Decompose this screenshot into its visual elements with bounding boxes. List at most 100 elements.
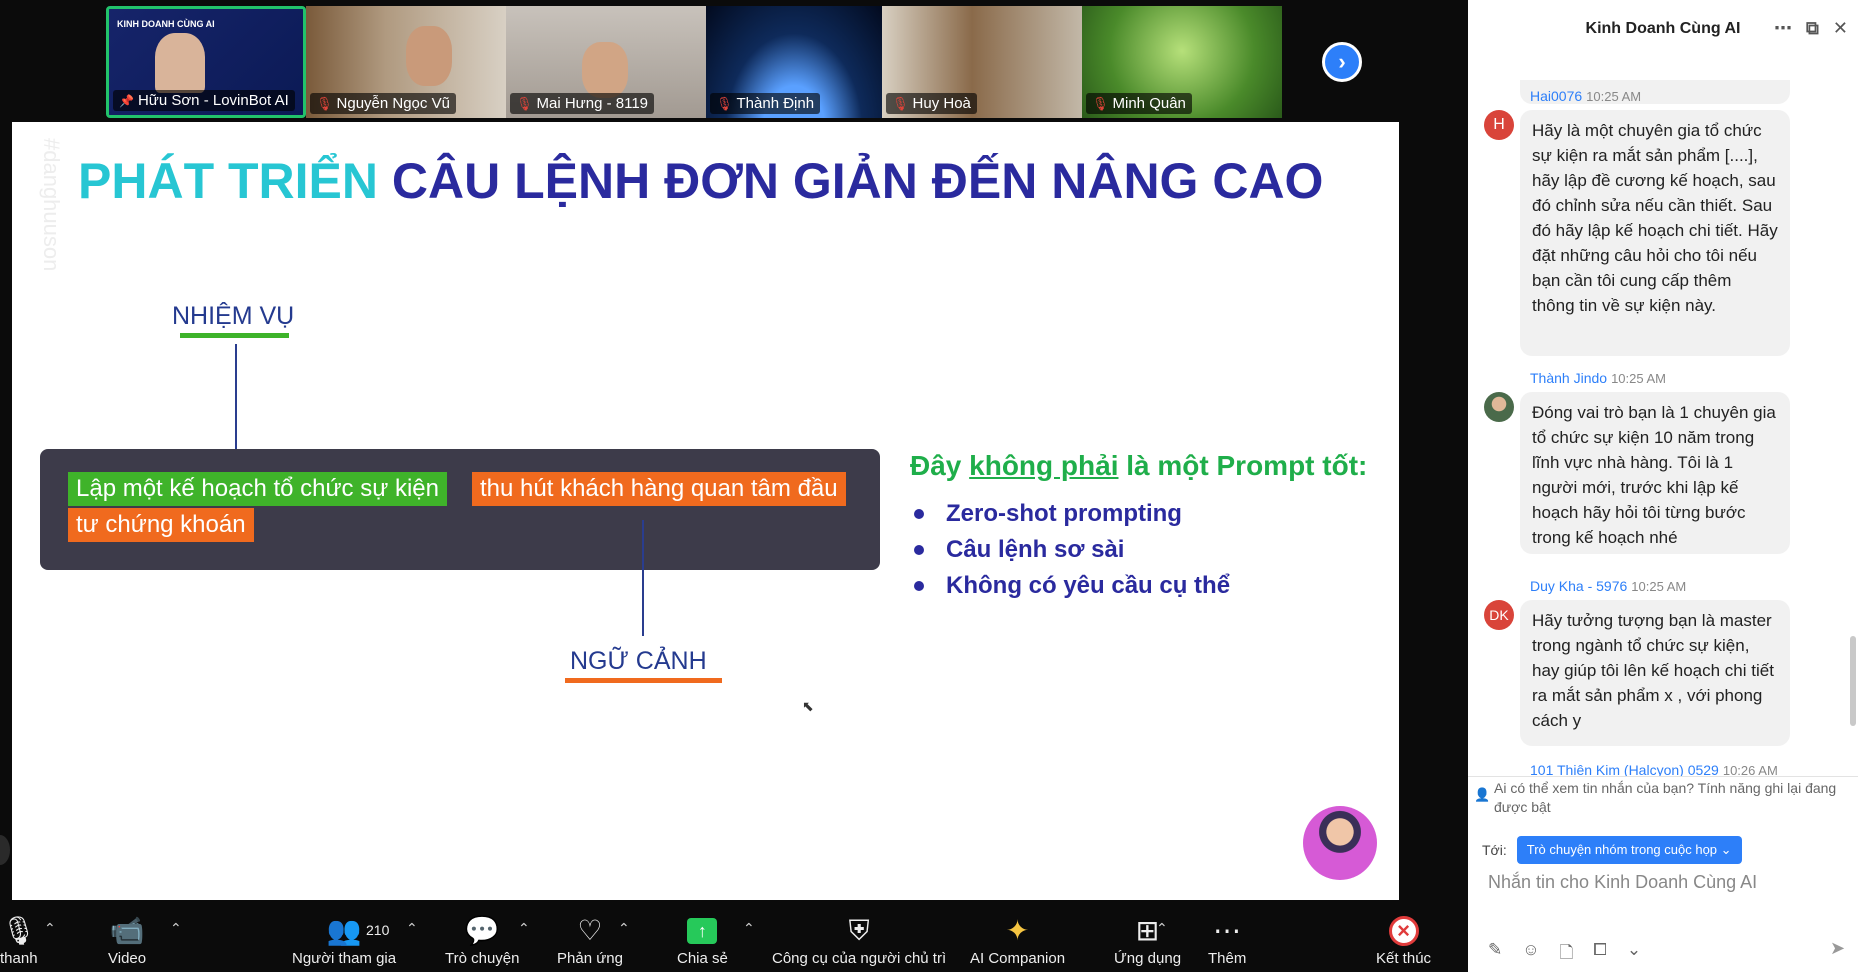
- prompt-heading: Đây không phải là một Prompt tốt:: [910, 450, 1367, 482]
- message-meta: Duy Kha - 5976 10:25 AM: [1530, 578, 1686, 594]
- chevron-up-icon[interactable]: ⌃: [518, 920, 530, 937]
- chevron-down-icon[interactable]: ⌄: [1627, 940, 1641, 969]
- video-tile[interactable]: 🎙 Nguyễn Ngọc Vũ: [306, 6, 506, 118]
- bullet-icon: [914, 509, 924, 519]
- video-tile[interactable]: 🎙 Thành Định: [706, 6, 882, 118]
- person-silhouette: [155, 33, 205, 93]
- chat-panel: Hai0076 10:25 AM H Hãy là một chuyên gia …: [1468, 0, 1858, 972]
- audio-button[interactable]: 🎙 thanh: [0, 914, 38, 967]
- person-silhouette: [406, 26, 452, 86]
- message-time: 10:25 AM: [1611, 371, 1666, 386]
- participants-label: Người tham gia: [292, 950, 397, 967]
- participant-name-tag: 📌 Hữu Sơn - LovinBot AI: [113, 90, 295, 111]
- chat-controls: ⋯ ⧉ ✕: [1774, 18, 1848, 39]
- more-button[interactable]: ⋯ Thêm: [1208, 914, 1246, 967]
- chevron-up-icon[interactable]: ⌃: [44, 920, 56, 937]
- pin-icon: 📌: [119, 93, 134, 108]
- emoji-icon[interactable]: ☺: [1522, 940, 1539, 969]
- chat-icon: 💬: [464, 915, 500, 946]
- bullet-icon: [914, 545, 924, 555]
- message-input[interactable]: Nhắn tin cho Kinh Doanh Cùng AI: [1488, 872, 1757, 893]
- avatar: [1484, 392, 1514, 422]
- message-bubble: Hãy tưởng tượng bạn là master trong ngàn…: [1520, 600, 1790, 746]
- popout-icon[interactable]: ⧉: [1806, 18, 1819, 39]
- chevron-up-icon[interactable]: ⌃: [618, 920, 630, 937]
- bullet-text: Không có yêu cầu cụ thể: [946, 572, 1231, 599]
- video-label: Video: [108, 950, 147, 967]
- more-label: Thêm: [1208, 950, 1247, 967]
- participant-name: Nguyễn Ngọc Vũ: [336, 95, 450, 112]
- list-item: Không có yêu cầu cụ thể: [914, 572, 1230, 600]
- chevron-up-icon[interactable]: ⌃: [406, 920, 418, 937]
- chat-scrollbar[interactable]: [1850, 636, 1856, 726]
- sender-name: Duy Kha - 5976: [1530, 578, 1628, 594]
- apps-button[interactable]: ⊞ Ứng dụng: [1114, 914, 1181, 967]
- reactions-button[interactable]: ♡ Phản ứng: [557, 914, 623, 967]
- sender-name: Hai0076: [1530, 88, 1583, 104]
- chat-button[interactable]: 💬 Trò chuyện: [445, 914, 519, 967]
- task-label: NHIỆM VỤ: [172, 302, 295, 330]
- meeting-toolbar: 🎙 thanh ⌃ 📹 Video ⌃ 👥 Người tham gia 210…: [0, 906, 1468, 972]
- share-label: Chia sẻ: [677, 950, 728, 967]
- reactions-label: Phản ứng: [557, 950, 623, 967]
- host-tools-button[interactable]: ⛨ Công cụ của người chủ trì: [772, 914, 946, 967]
- format-icon[interactable]: ✎: [1488, 940, 1502, 969]
- participant-name: Mai Hưng - 8119: [536, 95, 648, 112]
- close-icon: ×: [1388, 916, 1419, 946]
- mic-muted-icon: 🎙: [892, 95, 909, 111]
- side-handle[interactable]: [0, 835, 10, 865]
- to-label: Tới:: [1482, 842, 1507, 858]
- video-tile[interactable]: 🎙 Mai Hưng - 8119: [506, 6, 706, 118]
- title-main: CÂU LỆNH ĐƠN GIẢN ĐẾN NÂNG CAO: [391, 153, 1324, 209]
- video-tile[interactable]: 🎙 Huy Hoà: [882, 6, 1082, 118]
- title-highlight: PHÁT TRIỂN: [78, 153, 378, 209]
- sender-name: Thành Jindo: [1530, 370, 1608, 386]
- slide-title: PHÁT TRIỂN CÂU LỆNH ĐƠN GIẢN ĐẾN NÂNG CA…: [78, 152, 1323, 210]
- bullet-text: Câu lệnh sơ sài: [946, 536, 1125, 563]
- message-list[interactable]: Hai0076 10:25 AM H Hãy là một chuyên gia …: [1468, 40, 1858, 780]
- chat-tools: ✎ ☺ 🗋 ⧠ ⌄: [1488, 940, 1641, 969]
- chevron-up-icon[interactable]: ⌃: [743, 920, 755, 937]
- heart-icon: ♡: [577, 915, 603, 946]
- end-label: Kết thúc: [1376, 950, 1432, 967]
- task-underline: [180, 333, 289, 338]
- share-screen-icon: ↑: [687, 918, 718, 944]
- participant-name: Thành Định: [736, 95, 815, 112]
- context-label: NGỮ CẢNH: [570, 647, 707, 675]
- end-button[interactable]: × Kết thúc: [1376, 914, 1431, 967]
- chevron-up-icon[interactable]: ⌃: [170, 920, 182, 937]
- participant-name-tag: 🎙 Mai Hưng - 8119: [510, 93, 654, 114]
- list-item: Câu lệnh sơ sài: [914, 536, 1230, 564]
- meeting-window: KINH DOANH CÙNG AI 📌 Hữu Sơn - LovinBot A…: [0, 0, 1858, 972]
- recipient-dropdown[interactable]: Trò chuyện nhóm trong cuộc họp ⌄: [1516, 836, 1742, 864]
- share-button[interactable]: ↑ Chia sẻ: [677, 914, 728, 967]
- heading-text: là một Prompt tốt:: [1126, 450, 1368, 481]
- file-icon[interactable]: 🗋: [1560, 940, 1574, 969]
- participant-name: Hữu Sơn - LovinBot AI: [137, 92, 289, 109]
- mic-muted-icon: 🎙: [1, 915, 37, 946]
- connector-line: [642, 520, 644, 636]
- list-item: Zero-shot prompting: [914, 500, 1230, 528]
- recipient-row: Tới: Trò chuyện nhóm trong cuộc họp ⌄: [1482, 836, 1742, 864]
- context-highlight: thu hút khách hàng quan tâm đầu: [472, 472, 846, 506]
- ai-companion-label: AI Companion: [970, 950, 1066, 967]
- close-icon[interactable]: ✕: [1833, 18, 1848, 39]
- message-bubble: Đóng vai trò bạn là 1 chuyên gia tổ chức…: [1520, 392, 1790, 554]
- person-icon: 👤: [1474, 787, 1491, 802]
- participant-count: 210: [366, 922, 390, 938]
- send-icon[interactable]: ➤: [1830, 938, 1845, 959]
- avatar: H: [1484, 110, 1514, 140]
- chevron-up-icon[interactable]: ⌃: [1156, 920, 1168, 937]
- video-tile[interactable]: 🎙 Minh Quân: [1082, 6, 1282, 118]
- mic-muted-icon: 🎙: [716, 95, 733, 111]
- participant-name-tag: 🎙 Nguyễn Ngọc Vũ: [310, 93, 456, 114]
- video-tile[interactable]: KINH DOANH CÙNG AI 📌 Hữu Sơn - LovinBot A…: [106, 6, 306, 118]
- camera-off-icon: 📹: [109, 915, 145, 946]
- ai-companion-button[interactable]: ✦ AI Companion: [970, 914, 1065, 967]
- chat-label: Trò chuyện: [445, 950, 520, 967]
- chevron-right-icon[interactable]: ›: [1322, 42, 1362, 82]
- video-button[interactable]: 📹 Video: [108, 914, 146, 967]
- more-icon[interactable]: ⋯: [1774, 18, 1792, 39]
- screenshot-icon[interactable]: ⧠: [1593, 940, 1607, 969]
- bullet-text: Zero-shot prompting: [946, 500, 1182, 527]
